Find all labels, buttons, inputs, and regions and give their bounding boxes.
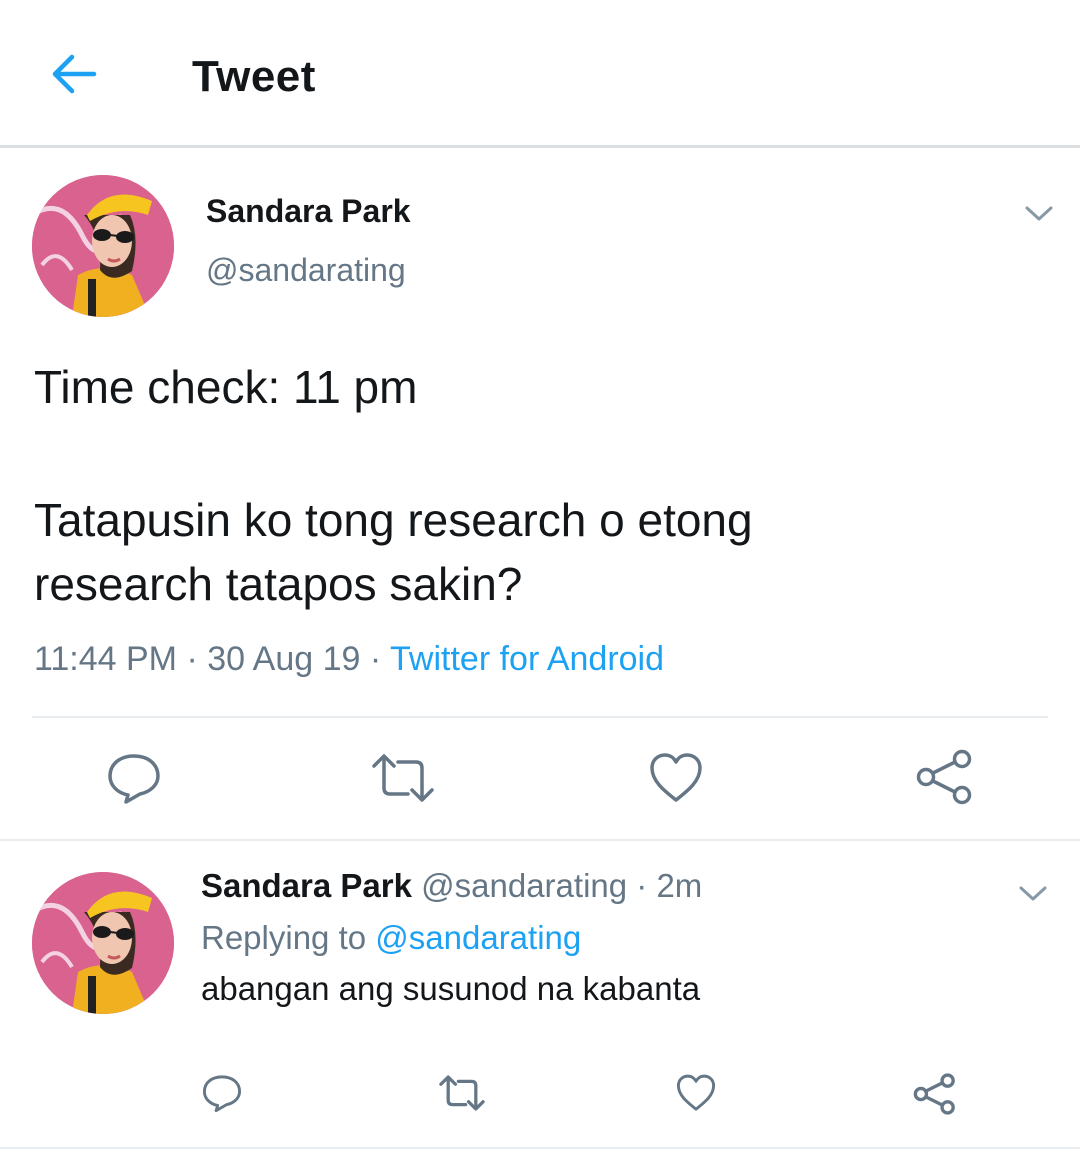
arrow-left-icon (52, 54, 97, 94)
separator: · (636, 867, 648, 904)
chevron-down-icon (1019, 886, 1047, 901)
tweet-date: 30 Aug 19 (207, 640, 361, 678)
tweet-text-line: Time check: 11 pm (34, 361, 418, 413)
reply-header: Sandara Park @sandarating · 2m (201, 867, 702, 905)
share-button[interactable] (914, 748, 976, 806)
reply-button[interactable] (200, 1072, 244, 1114)
reply-icon (108, 754, 160, 804)
divider (32, 716, 1048, 718)
chevron-down-icon (1025, 206, 1053, 221)
retweet-button[interactable] (438, 1074, 486, 1112)
share-icon (913, 1073, 955, 1115)
retweet-icon (372, 754, 434, 802)
tweet-metadata: 11:44 PM · 30 Aug 19 · Twitter for Andro… (34, 640, 664, 679)
reply-text: abangan ang susunod na kabanta (201, 970, 701, 1007)
replying-prefix: Replying to (201, 919, 367, 956)
reply-author-name[interactable]: Sandara Park (201, 867, 412, 904)
author-name[interactable]: Sandara Park (206, 193, 411, 230)
divider (0, 1147, 1080, 1149)
back-button[interactable] (48, 50, 100, 98)
tweet-options-button[interactable] (1024, 204, 1054, 224)
tweet-text-line: research tatapos sakin? (34, 558, 523, 610)
reply-author-avatar[interactable] (32, 872, 174, 1014)
divider (0, 839, 1080, 841)
tweet-time: 11:44 PM (34, 640, 178, 678)
separator: · (369, 640, 391, 678)
separator: · (186, 640, 208, 678)
tweet-text-line: Tatapusin ko tong research o etong (34, 494, 753, 546)
like-button[interactable] (674, 1072, 718, 1114)
reply-age: 2m (656, 867, 703, 904)
retweet-icon (439, 1075, 485, 1111)
heart-icon (676, 1074, 716, 1111)
reply-button[interactable] (104, 750, 164, 806)
share-button[interactable] (912, 1072, 958, 1116)
like-button[interactable] (646, 750, 706, 806)
tweet-detail-screen: Tweet Sandara Park @sandarating Time che… (0, 0, 1080, 1154)
heart-icon (650, 753, 702, 802)
retweet-button[interactable] (370, 752, 436, 804)
reply-author-handle[interactable]: @sandarating (421, 867, 627, 904)
replying-to: Replying to @sandarating (201, 919, 581, 957)
author-avatar[interactable] (32, 175, 174, 317)
reply-icon (202, 1075, 242, 1113)
author-handle[interactable]: @sandarating (206, 252, 406, 289)
share-icon (916, 749, 972, 805)
top-app-bar: Tweet (0, 0, 1080, 148)
mention-link[interactable]: @sandarating (375, 919, 581, 956)
reply-options-button[interactable] (1018, 884, 1048, 904)
page-title: Tweet (192, 52, 316, 101)
tweet-source-link[interactable]: Twitter for Android (390, 640, 664, 678)
